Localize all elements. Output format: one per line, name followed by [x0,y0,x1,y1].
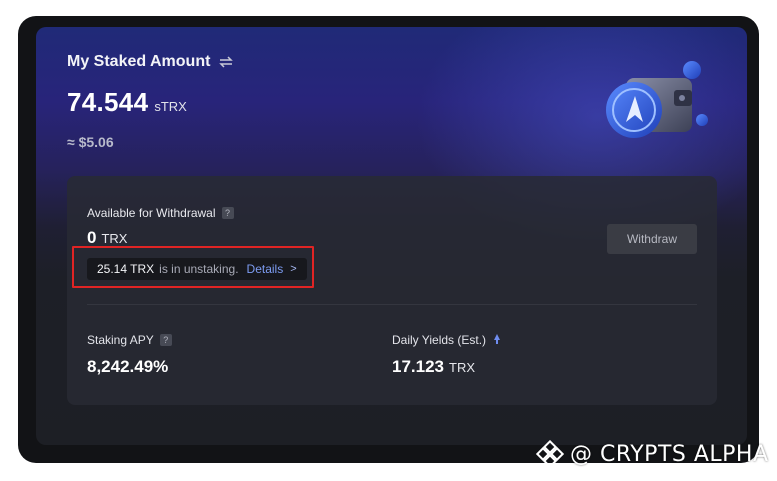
staked-amount-unit: sTRX [154,99,187,114]
withdraw-button[interactable]: Withdraw [607,224,697,254]
daily-yields: 17.123 TRX [392,357,475,377]
binance-logo [536,440,564,468]
daily-yields-text: Daily Yields (Est.) [392,333,487,347]
available-amount: 0 TRX [87,228,127,248]
help-icon[interactable]: ? [159,334,172,346]
staking-apy: 8,242.49% [87,357,168,377]
help-icon[interactable]: ? [221,207,234,219]
staking-apy-value: 8,242.49% [87,357,169,376]
available-amount-value: 0 [87,228,97,247]
staked-usd-value: ≈ $5.06 [67,134,114,150]
daily-yields-unit: TRX [449,360,475,375]
withdrawal-panel: Available for Withdrawal ? 0 TRX 25.14 T… [67,176,717,405]
staked-amount: 74.544 sTRX [67,87,187,118]
highlight-box [72,246,314,288]
staked-header: My Staked Amount [67,53,234,71]
staking-card: My Staked Amount 74.544 sTRX ≈ $5.06 Ava… [36,27,747,445]
available-withdrawal-label: Available for Withdrawal ? [87,206,234,220]
staking-apy-label: Staking APY ? [87,333,172,347]
available-amount-unit: TRX [101,231,128,246]
divider [87,304,697,305]
watermark-text: @ CRYPTS ALPHA [570,441,769,467]
available-withdrawal-text: Available for Withdrawal [87,206,216,220]
watermark: @ CRYPTS ALPHA [536,440,769,468]
swap-arrows-icon[interactable] [218,55,234,69]
staking-apy-text: Staking APY [87,333,154,347]
rocket-icon [494,334,501,344]
daily-yields-value: 17.123 [392,357,444,376]
staked-amount-value: 74.544 [67,87,149,117]
wallet-illustration [606,61,708,138]
staked-title: My Staked Amount [67,53,211,70]
daily-yields-label: Daily Yields (Est.) [392,333,502,347]
